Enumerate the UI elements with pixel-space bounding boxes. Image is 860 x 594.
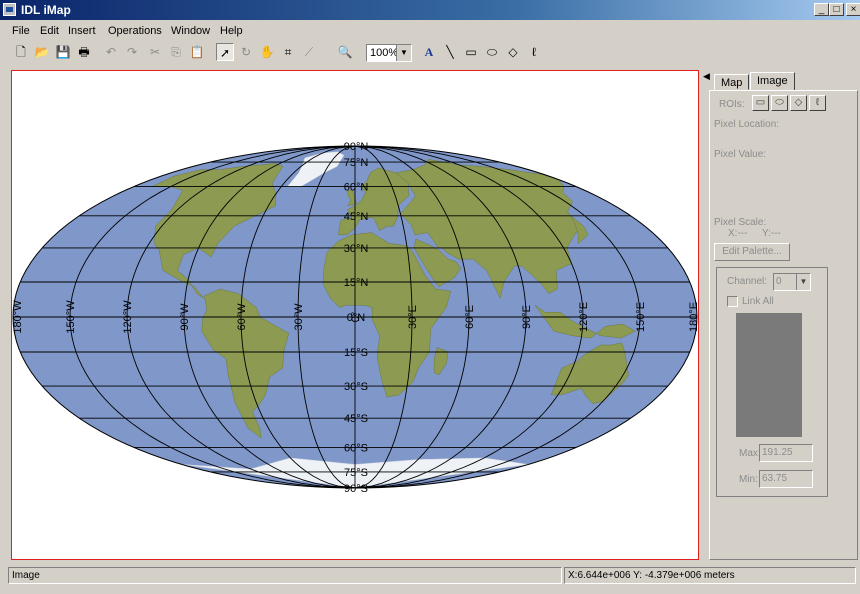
line-tool-icon[interactable]: ╲ <box>441 43 459 61</box>
scale-x-value: X:--- <box>728 228 748 239</box>
roi-freehand-icon[interactable]: ℓ <box>809 95 826 111</box>
status-bar: Image X:6.644e+006 Y: -4.379e+006 meters <box>0 567 860 585</box>
lat-label: 90°S <box>344 483 368 495</box>
menu-bar: File Edit Insert Operations Window Help <box>0 22 860 40</box>
lat-label: 15°N <box>344 277 369 289</box>
menu-window[interactable]: Window <box>171 25 210 37</box>
chevron-down-icon[interactable]: ▼ <box>796 274 810 290</box>
panel-collapse-icon[interactable]: ◀ <box>703 70 712 82</box>
select-arrow-icon[interactable]: ➚ <box>216 43 234 61</box>
chevron-down-icon[interactable]: ▼ <box>396 45 411 61</box>
minimize-button[interactable]: _ <box>814 3 829 16</box>
lon-label: 30°W <box>293 303 305 331</box>
pan-hand-icon[interactable]: ✋ <box>258 43 276 61</box>
lon-label: 30°E <box>407 305 419 329</box>
lat-label: 90°N <box>344 141 369 153</box>
histogram-preview <box>736 313 802 437</box>
lat-label: 75°S <box>344 467 368 479</box>
map-canvas[interactable]: 90°N 75°N 60°N 45°N 30°N 15°N 0°N 15°S 30°S 45°S 6… <box>11 70 699 560</box>
map-view[interactable]: 90°N75°N60°N45°N30°N15°N0°N15°S30°S45°S6… <box>12 71 698 559</box>
lon-label: 90°W <box>179 303 191 331</box>
lat-label: 60°S <box>344 442 368 454</box>
lon-label: 180°W <box>12 300 24 334</box>
pixel-value-label: Pixel Value: <box>714 149 767 160</box>
scale-y-value: Y:--- <box>762 228 781 239</box>
link-all-label: Link All <box>742 296 774 307</box>
title-bar: IDL iMap _ □ × <box>0 0 860 20</box>
open-icon[interactable]: 📂 <box>33 43 51 61</box>
close-button[interactable]: × <box>846 3 860 16</box>
min-field[interactable]: 63.75 <box>759 470 813 488</box>
lat-label: 30°S <box>344 381 368 393</box>
lon-label: 60°E <box>464 305 476 329</box>
rotate-icon[interactable]: ↻ <box>237 43 255 61</box>
rois-label: ROIs: <box>719 99 745 110</box>
lat-label: 15°S <box>344 347 368 359</box>
pixel-scale-label: Pixel Scale: <box>714 217 767 228</box>
tab-image[interactable]: Image <box>750 72 795 91</box>
rectangle-tool-icon[interactable]: ▭ <box>462 43 480 61</box>
freehand-tool-icon[interactable]: ℓ <box>525 43 543 61</box>
lon-label: 150°W <box>65 300 77 334</box>
channel-value: 0 <box>776 276 782 287</box>
max-label: Max: <box>739 448 761 459</box>
menu-edit[interactable]: Edit <box>40 25 59 37</box>
paste-icon[interactable]: 📋 <box>188 43 206 61</box>
crop-icon[interactable]: ⌗ <box>279 43 297 61</box>
image-panel: ROIs: ▭ ⬭ ◇ ℓ Pixel Location: Pixel Valu… <box>709 90 858 560</box>
channel-group: Channel: 0 ▼ Link All Max: 191.25 Min: 6… <box>716 267 828 497</box>
cut-icon[interactable]: ✂ <box>146 43 164 61</box>
channel-select[interactable]: 0 ▼ <box>773 273 811 291</box>
zoom-select[interactable]: 100% ▼ <box>366 44 412 62</box>
lon-label: 150°E <box>635 302 647 332</box>
lon-label: 60°W <box>236 303 248 331</box>
redo-icon[interactable]: ↷ <box>123 43 141 61</box>
pixel-location-label: Pixel Location: <box>714 119 780 130</box>
window-title: IDL iMap <box>21 3 71 17</box>
new-icon[interactable]: 🗋 <box>12 43 30 61</box>
lat-label: 45°N <box>344 211 369 223</box>
app-icon <box>3 3 16 16</box>
save-icon[interactable]: 💾 <box>54 43 72 61</box>
edit-palette-button[interactable]: Edit Palette... <box>714 243 790 261</box>
data-range-icon[interactable]: ⟋ <box>300 43 318 61</box>
lat-label: 75°N <box>344 157 369 169</box>
copy-icon[interactable]: ⎘ <box>167 43 185 61</box>
menu-file[interactable]: File <box>12 25 30 37</box>
toolbar: 🗋 📂 💾 🖶 ↶ ↷ ✂ ⎘ 📋 ➚ ↻ ✋ ⌗ ⟋ 🔍 A ╲ ▭ ⬭ ◇ … <box>0 41 860 65</box>
menu-help[interactable]: Help <box>220 25 243 37</box>
lat-label: 60°N <box>344 182 369 194</box>
roi-ellipse-icon[interactable]: ⬭ <box>771 95 788 111</box>
text-tool-icon[interactable]: A <box>420 43 438 61</box>
menu-operations[interactable]: Operations <box>108 25 162 37</box>
lon-label: 120°E <box>578 302 590 332</box>
max-field[interactable]: 191.25 <box>759 444 813 462</box>
menu-insert[interactable]: Insert <box>68 25 96 37</box>
status-left: Image <box>8 567 562 584</box>
zoom-magnifier-icon[interactable]: 🔍 <box>336 43 354 61</box>
tab-map[interactable]: Map <box>714 74 750 90</box>
lon-label: 120°W <box>122 300 134 334</box>
lat-label: 45°S <box>344 413 368 425</box>
zoom-value: 100% <box>370 47 399 59</box>
channel-label: Channel: <box>727 276 768 287</box>
lon-label: 0° <box>350 312 362 323</box>
roi-rectangle-icon[interactable]: ▭ <box>752 95 769 111</box>
lat-label: 30°N <box>344 243 369 255</box>
undo-icon[interactable]: ↶ <box>102 43 120 61</box>
print-icon[interactable]: 🖶 <box>75 43 93 61</box>
status-coordinates: X:6.644e+006 Y: -4.379e+006 meters <box>564 567 856 584</box>
min-label: Min: <box>739 474 758 485</box>
link-all-checkbox[interactable] <box>727 296 738 307</box>
maximize-button[interactable]: □ <box>829 3 844 16</box>
oval-tool-icon[interactable]: ⬭ <box>483 43 501 61</box>
roi-polygon-icon[interactable]: ◇ <box>790 95 807 111</box>
lon-label: 180°E <box>688 302 698 332</box>
polygon-tool-icon[interactable]: ◇ <box>504 43 522 61</box>
lon-label: 90°E <box>521 305 533 329</box>
